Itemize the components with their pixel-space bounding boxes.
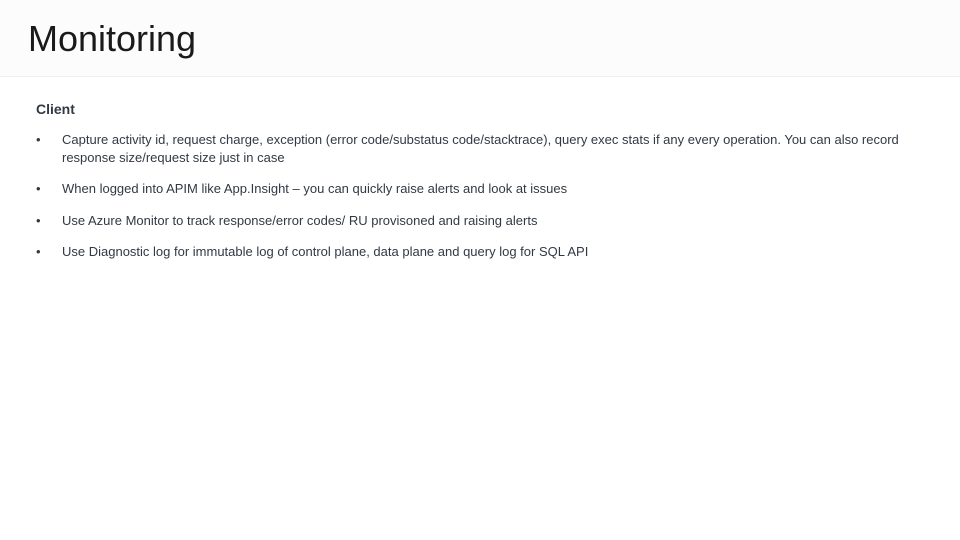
slide-header: Monitoring [0,0,960,77]
slide-title: Monitoring [28,18,932,60]
section-heading-client: Client [36,101,924,117]
list-item: • Use Diagnostic log for immutable log o… [36,243,924,261]
bullet-icon: • [36,131,54,149]
bullet-icon: • [36,212,54,230]
list-item: • When logged into APIM like App.Insight… [36,180,924,198]
slide-content: Client • Capture activity id, request ch… [0,77,960,261]
bullet-text: Use Azure Monitor to track response/erro… [54,212,924,230]
bullet-icon: • [36,180,54,198]
list-item: • Capture activity id, request charge, e… [36,131,924,166]
list-item: • Use Azure Monitor to track response/er… [36,212,924,230]
bullet-list: • Capture activity id, request charge, e… [36,131,924,261]
bullet-icon: • [36,243,54,261]
bullet-text: When logged into APIM like App.Insight –… [54,180,924,198]
bullet-text: Capture activity id, request charge, exc… [54,131,924,166]
bullet-text: Use Diagnostic log for immutable log of … [54,243,924,261]
